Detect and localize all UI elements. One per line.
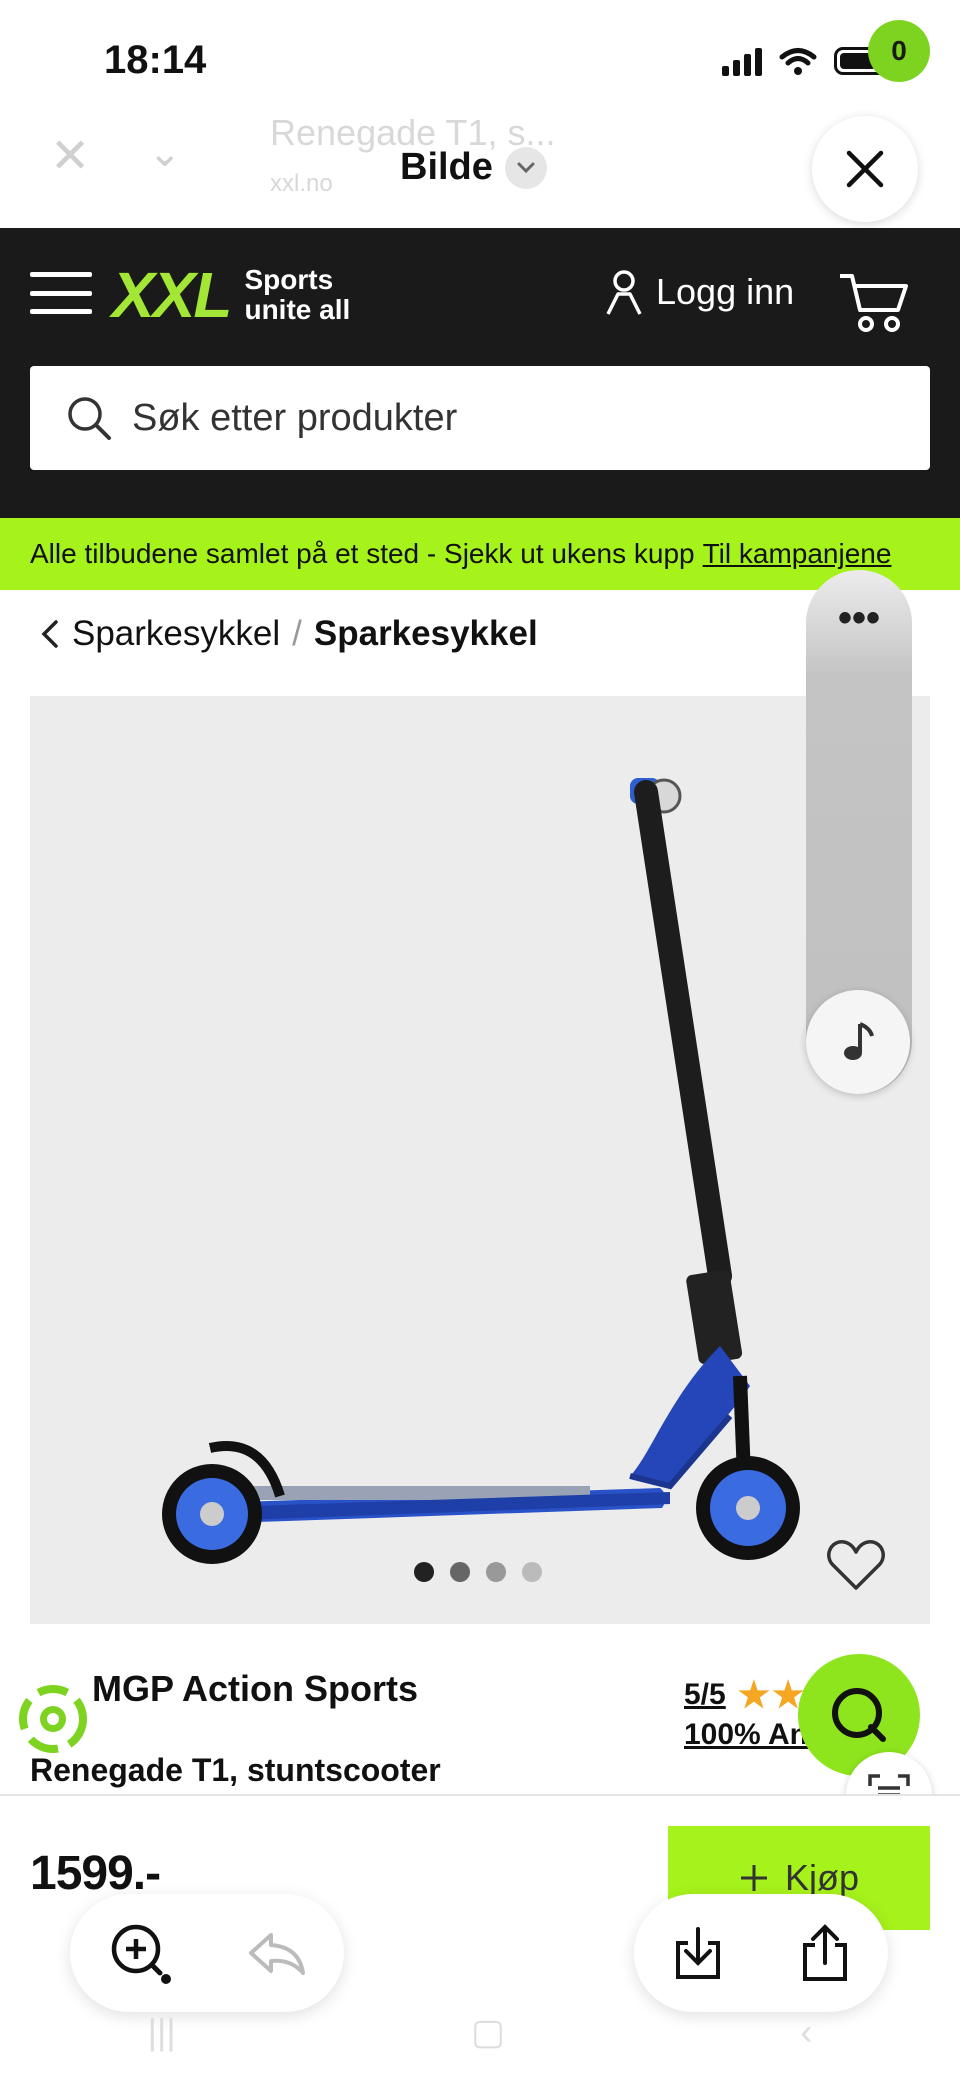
carousel-dot[interactable] <box>486 1562 506 1582</box>
buy-label: Kjøp <box>784 1857 860 1898</box>
close-icon <box>846 150 884 188</box>
site-header: XXL Sports unite all Logg inn Søk etter … <box>0 228 960 518</box>
login-label: Logg inn <box>656 271 795 312</box>
wifi-icon <box>779 48 817 75</box>
viewer-mode-selector[interactable]: Bilde <box>400 146 547 189</box>
rating-score: 5/5 <box>684 1678 726 1711</box>
viewer-close-button[interactable] <box>812 116 918 222</box>
user-icon <box>606 270 642 315</box>
login-button[interactable]: Logg inn <box>604 268 794 316</box>
chevron-left-icon[interactable] <box>40 618 60 650</box>
logo-tagline-line-2: unite all <box>244 294 351 325</box>
share-icon[interactable] <box>799 1923 851 1983</box>
logo-mark: XXL <box>112 259 232 331</box>
recommend-percentage[interactable]: 100% Anbefaler <box>684 1718 814 1752</box>
status-icons <box>722 46 897 76</box>
product-image <box>162 778 800 1564</box>
product-price: 1599.- <box>30 1847 161 1900</box>
status-bar: 18:14 <box>0 0 960 110</box>
xxl-logo[interactable]: XXL Sports unite all <box>112 258 350 332</box>
reply-icon[interactable] <box>247 1929 307 1977</box>
menu-icon[interactable] <box>30 272 92 314</box>
system-nav-bar: ||| ▢ ‹ <box>0 2002 960 2062</box>
breadcrumb-current: Sparkesykkel <box>313 614 538 653</box>
background-chevron-icon: ⌄ <box>148 131 182 175</box>
promo-text: Alle tilbudene samlet på et sted - Sjekk… <box>30 538 695 569</box>
plus-icon <box>740 1865 767 1891</box>
viewer-mode-label: Bilde <box>400 146 493 188</box>
cellular-signal-icon <box>722 46 762 76</box>
product-brand[interactable]: MGP Action Sports <box>92 1668 418 1710</box>
viewer-toolbar-right <box>634 1894 888 2012</box>
search-input[interactable]: Søk etter produkter <box>30 366 930 470</box>
back-icon[interactable]: ‹ <box>800 2011 812 2053</box>
cart-count-badge: 0 <box>868 20 930 82</box>
heart-icon[interactable] <box>826 1536 886 1592</box>
recycle-icon <box>19 1685 87 1753</box>
product-name: Renegade T1, stuntscooter <box>30 1752 441 1788</box>
breadcrumb-separator: / <box>292 614 302 653</box>
logo-tagline: Sports unite all <box>244 265 350 325</box>
status-time: 18:14 <box>104 38 207 82</box>
more-icon[interactable]: ••• <box>806 598 912 638</box>
carousel-dot[interactable] <box>522 1562 542 1582</box>
logo-tagline-line-1: Sports <box>244 264 334 295</box>
background-page-url: xxl.no <box>270 170 333 197</box>
carousel-dot[interactable] <box>450 1562 470 1582</box>
carousel-dot[interactable] <box>414 1562 434 1582</box>
recent-apps-icon[interactable]: ||| <box>148 2011 176 2053</box>
promo-banner: Alle tilbudene samlet på et sted - Sjekk… <box>0 518 960 590</box>
breadcrumb: Sparkesykkel / Sparkesykkel <box>40 614 538 654</box>
music-button[interactable] <box>806 990 910 1094</box>
carousel-dots <box>414 1562 542 1582</box>
chat-icon <box>832 1688 886 1742</box>
music-note-icon <box>844 1022 874 1060</box>
visual-lookup-icon[interactable] <box>108 1921 172 1985</box>
cart-icon[interactable] <box>836 264 916 336</box>
home-icon[interactable]: ▢ <box>471 2011 505 2053</box>
search-placeholder: Søk etter produkter <box>132 396 458 439</box>
promo-link[interactable]: Til kampanjene <box>703 538 892 570</box>
breadcrumb-parent[interactable]: Sparkesykkel <box>72 614 280 654</box>
viewer-toolbar-left <box>70 1894 344 2012</box>
download-icon[interactable] <box>672 1925 724 1981</box>
search-icon <box>68 397 111 440</box>
product-image-carousel[interactable] <box>30 696 930 1624</box>
chevron-down-icon <box>504 146 547 189</box>
background-close-icon: ✕ <box>50 130 91 183</box>
